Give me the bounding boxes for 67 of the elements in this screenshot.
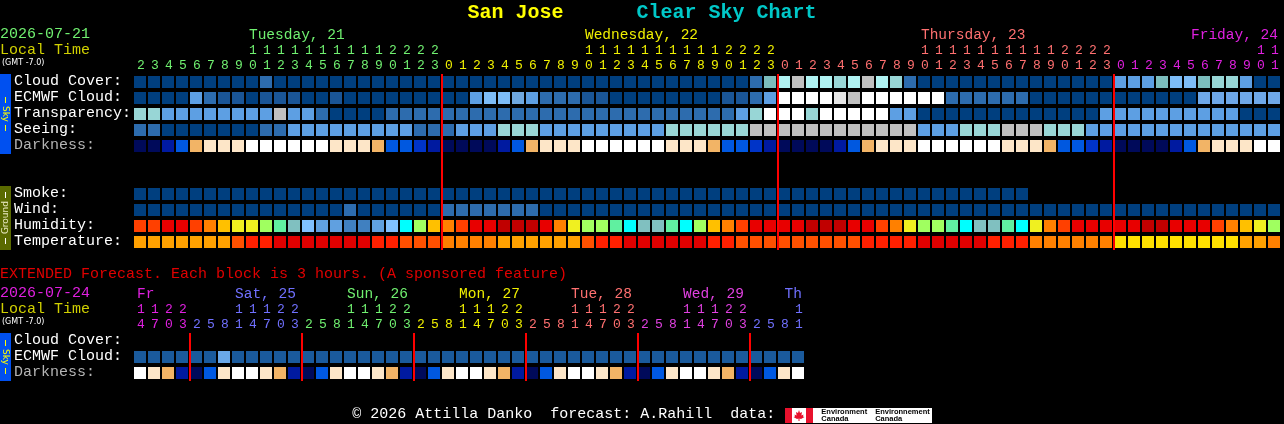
hour-tens: 1 1 1 2 2 — [347, 302, 410, 317]
row-label: Darkness: — [14, 365, 96, 381]
hour-tens: 1 1 1 1 1 1 1 1 1 1 2 2 2 2 — [584, 43, 774, 58]
flag-icon — [785, 407, 814, 423]
midnight-line — [749, 333, 751, 381]
hour-units: 2 5 8 1 — [752, 317, 802, 332]
extended-notice: EXTENDED Forecast. Each block is 3 hours. (A sponsored feature) — [0, 267, 568, 283]
hour-tens: 1 1 1 2 2 — [571, 302, 634, 317]
location-title: San Jose — [467, 0, 564, 25]
hour-units: 2 5 8 1 4 7 0 3 — [528, 317, 635, 332]
day-label: Sun, 26 — [347, 286, 408, 302]
row-label: ECMWF Cloud: — [14, 90, 124, 106]
row-label: Seeing: — [14, 122, 78, 138]
credit-text: data: — [730, 407, 776, 423]
hour-tens: 1 1 1 1 1 1 1 1 1 1 2 2 2 2 — [920, 43, 1110, 58]
hour-units: 0 1 2 3 4 5 6 7 8 9 0 1 2 3 4 5 6 7 8 9 0 1 2 3 — [444, 58, 775, 73]
midnight-line — [189, 333, 191, 381]
day-label: Mon, 27 — [459, 286, 520, 302]
timezone-label: (GMT -7.0) — [1, 317, 45, 327]
row-label: Cloud Cover: — [14, 333, 124, 349]
time-label: Local Time — [0, 302, 90, 317]
row-label: Wind: — [14, 202, 60, 218]
hour-units: 2 5 8 1 4 7 0 3 — [304, 317, 411, 332]
hour-units: 0 1 2 3 4 5 6 7 8 9 0 1 2 3 4 5 6 7 8 9 0 1 2 3 — [780, 58, 1111, 73]
midnight-line — [525, 333, 527, 381]
day-label: Tuesday, 21 — [248, 27, 345, 43]
row-label: Humidity: — [14, 218, 96, 234]
day-label: Friday, 24 — [1191, 27, 1278, 43]
hour-units: 2 5 8 1 4 7 0 3 — [192, 317, 299, 332]
credit-text: © 2026 Attilla Danko — [352, 407, 533, 423]
row-label: Smoke: — [14, 186, 69, 202]
hour-units: 4 7 0 3 — [136, 317, 186, 332]
row-label: Transparency: — [14, 106, 133, 122]
date-label: 2026-07-21 — [0, 27, 90, 43]
hour-units: 2 3 4 5 6 7 8 9 0 1 2 3 4 5 6 7 8 9 0 1 2 3 — [136, 58, 439, 73]
timezone-label: (GMT -7.0) — [1, 58, 45, 68]
time-label: Local Time — [0, 43, 90, 58]
section-label: Sky — [0, 349, 11, 365]
hour-tens: 1 1 1 2 2 — [459, 302, 522, 317]
row-label: ECMWF Cloud: — [14, 349, 124, 365]
row-label: Cloud Cover: — [14, 74, 124, 90]
hour-tens: 1 — [795, 302, 802, 317]
chart-title: Clear Sky Chart — [636, 0, 817, 25]
day-label: Thursday, 23 — [920, 27, 1026, 43]
section-label: Sky — [0, 106, 11, 122]
row-label: Darkness: — [14, 138, 96, 154]
hour-tens: 1 1 1 2 2 — [683, 302, 746, 317]
hour-tens: 1 1 1 1 1 1 1 1 1 1 2 2 2 2 — [248, 43, 438, 58]
midnight-line — [301, 333, 303, 381]
row-label: Temperature: — [14, 234, 124, 250]
section-label: Ground — [0, 201, 11, 235]
midnight-line — [413, 333, 415, 381]
day-label: Th — [784, 286, 802, 302]
midnight-line — [637, 333, 639, 381]
hour-tens: 1 1 2 2 — [137, 302, 186, 317]
day-label: Sat, 25 — [235, 286, 296, 302]
day-label: Fr — [137, 286, 155, 302]
hour-tens: 1 1 1 2 2 — [235, 302, 298, 317]
hour-units: 0 1 2 3 4 5 6 7 8 9 0 1 — [1116, 58, 1279, 73]
day-label: Wednesday, 22 — [584, 27, 699, 43]
hour-tens: 1 1 — [1257, 43, 1278, 58]
hour-units: 2 5 8 1 4 7 0 3 — [416, 317, 523, 332]
day-label: Tue, 28 — [571, 286, 632, 302]
date-label: 2026-07-24 — [0, 286, 90, 302]
credit-text: forecast: A.Rahill — [550, 407, 713, 423]
day-label: Wed, 29 — [683, 286, 744, 302]
hour-units: 2 5 8 1 4 7 0 3 — [640, 317, 747, 332]
